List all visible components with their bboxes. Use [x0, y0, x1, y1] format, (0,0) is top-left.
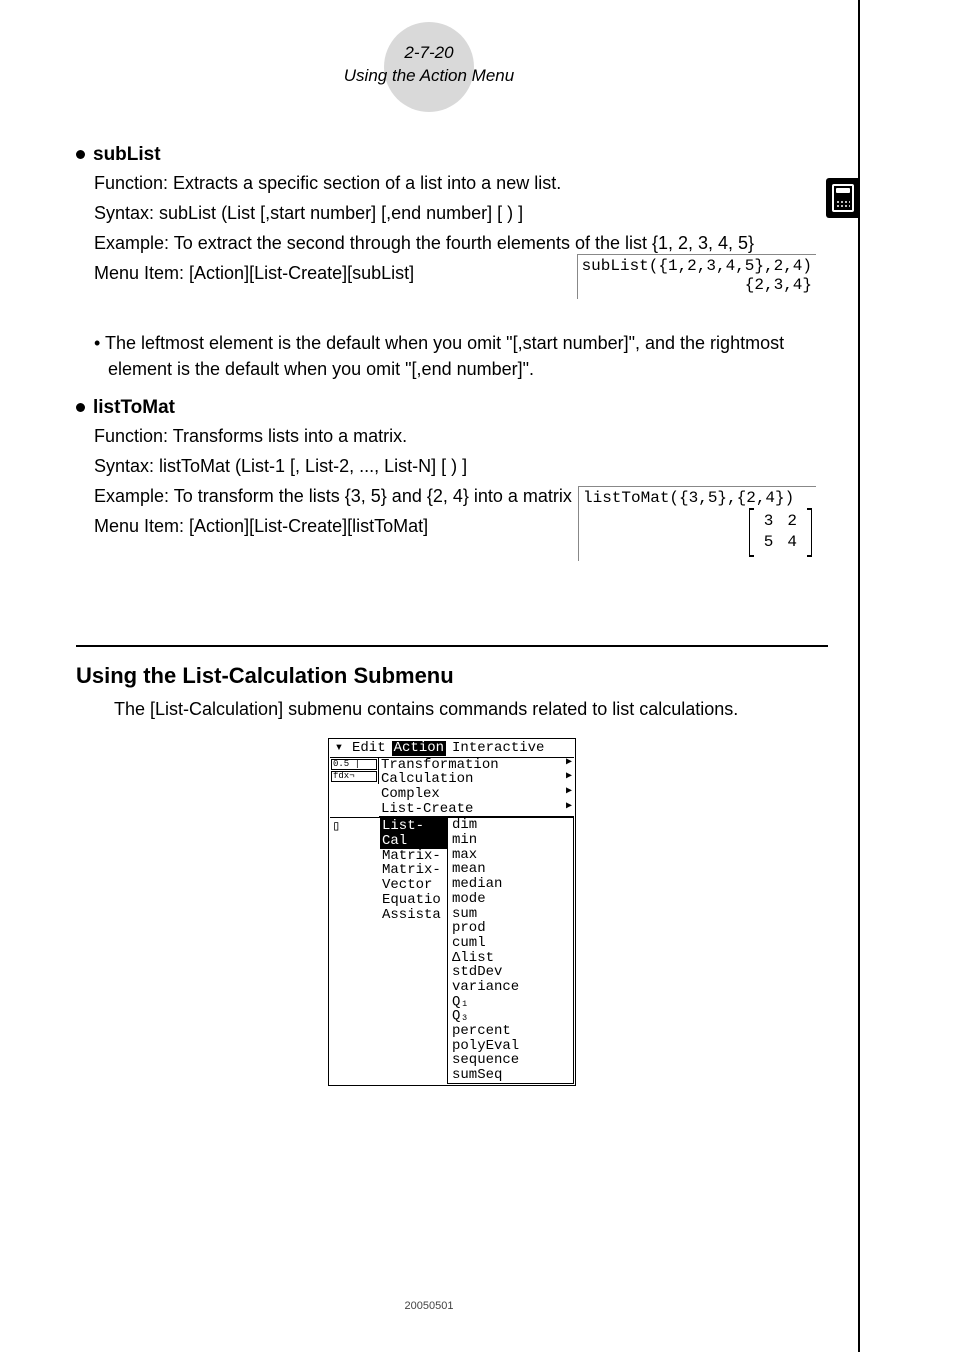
flyout-item: percent	[448, 1024, 573, 1039]
flyout-item: Q₁	[448, 995, 573, 1010]
submenu-item: Equatio	[380, 893, 448, 908]
tool-icon: 0.5 |	[331, 759, 377, 770]
listtomat-code-input: listToMat({3,5},{2,4})	[583, 489, 812, 508]
submenu-arrow-icon: ▶	[566, 758, 572, 773]
section-divider	[76, 645, 828, 647]
menu-item: List-Create	[381, 802, 473, 817]
page-header: 2-7-20 Using the Action Menu	[0, 42, 858, 88]
submenu-item: Matrix-	[380, 863, 448, 878]
footer-page-id: 20050501	[0, 1300, 858, 1312]
listtomat-matrix: 32 54	[749, 508, 812, 556]
listtomat-function: Function: Transforms lists into a matrix…	[94, 423, 828, 449]
flyout-item: min	[448, 833, 573, 848]
bullet-icon	[76, 403, 85, 412]
flyout-item: Q₃	[448, 1009, 573, 1024]
menu-item: Complex	[381, 787, 440, 802]
sublist-syntax: Syntax: subList (List [,start number] [,…	[94, 200, 828, 226]
sublist-note: • The leftmost element is the default wh…	[94, 330, 828, 382]
submenu-item: Vector	[380, 878, 448, 893]
toolbar-icons: 0.5 | fdx¬	[330, 758, 379, 784]
flyout-item: mode	[448, 892, 573, 907]
flyout-item: max	[448, 848, 573, 863]
flyout-item: sequence	[448, 1053, 573, 1068]
list-calculation-intro: The [List-Calculation] submenu contains …	[114, 699, 828, 720]
menubar-item-action: Action	[392, 741, 446, 756]
sublist-title-text: subList	[93, 144, 161, 165]
sublist-code-inset: subList({1,2,3,4,5},2,4) {2,3,4}	[577, 254, 816, 299]
flyout-item: mean	[448, 862, 573, 877]
calculator-tab-icon	[826, 178, 860, 218]
calc-menubar: ▾ Edit Action Interactive	[330, 740, 574, 758]
submenu-item: Matrix-	[380, 849, 448, 864]
listtomat-heading: listToMat	[76, 397, 828, 419]
sublist-heading: subList	[76, 144, 828, 166]
action-dropdown: Transformation ▶ Calculation ▶ Complex ▶ Li…	[379, 758, 574, 818]
menubar-item-interactive: Interactive	[452, 741, 544, 756]
listtomat-title-text: listToMat	[93, 397, 175, 418]
flyout-item: cuml	[448, 936, 573, 951]
listtomat-syntax: Syntax: listToMat (List-1 [, List-2, ...…	[94, 453, 828, 479]
sublist-example: Example: To extract the second through t…	[94, 230, 828, 256]
submenu-arrow-icon: ▶	[566, 772, 572, 787]
flyout-item: variance	[448, 980, 573, 995]
flyout-item: dim	[448, 818, 573, 833]
tool-icon: fdx¬	[331, 771, 377, 782]
submenu-arrow-icon: ▶	[566, 787, 572, 802]
menu-item: Transformation	[381, 758, 499, 773]
header-section: Using the Action Menu	[0, 65, 858, 88]
calculator-screenshot: ▾ Edit Action Interactive 0.5 | fdx¬ Tra…	[328, 738, 576, 1086]
listtomat-code-inset: listToMat({3,5},{2,4}) 32 54	[578, 486, 816, 561]
submenu-arrow-icon: ▶	[566, 802, 572, 817]
flyout-item: stdDev	[448, 965, 573, 980]
flyout-item: polyEval	[448, 1039, 573, 1054]
menu-item: Calculation	[381, 772, 473, 787]
listcal-flyout: dim min max mean median mode sum prod cu…	[447, 818, 574, 1083]
down-arrow-icon: ▾	[332, 741, 346, 756]
sublist-code-output: {2,3,4}	[582, 276, 812, 295]
submenu-item-listcal: List-Cal	[380, 819, 448, 848]
flyout-item: prod	[448, 921, 573, 936]
bullet-icon	[76, 150, 85, 159]
flyout-item: median	[448, 877, 573, 892]
flyout-item: Δlist	[448, 951, 573, 966]
flyout-item: sumSeq	[448, 1068, 573, 1083]
cursor-indicator: ▯	[330, 818, 380, 837]
sublist-function: Function: Extracts a specific section of…	[94, 170, 828, 196]
submenu-item: Assista	[380, 908, 448, 923]
header-page-ref: 2-7-20	[0, 42, 858, 65]
flyout-item: sum	[448, 907, 573, 922]
sublist-code-input: subList({1,2,3,4,5},2,4)	[582, 257, 812, 276]
list-calculation-heading: Using the List-Calculation Submenu	[76, 663, 828, 689]
action-submenu-left: List-Cal Matrix- Matrix- Vector Equatio …	[380, 818, 448, 922]
menubar-item-edit: Edit	[352, 741, 386, 756]
